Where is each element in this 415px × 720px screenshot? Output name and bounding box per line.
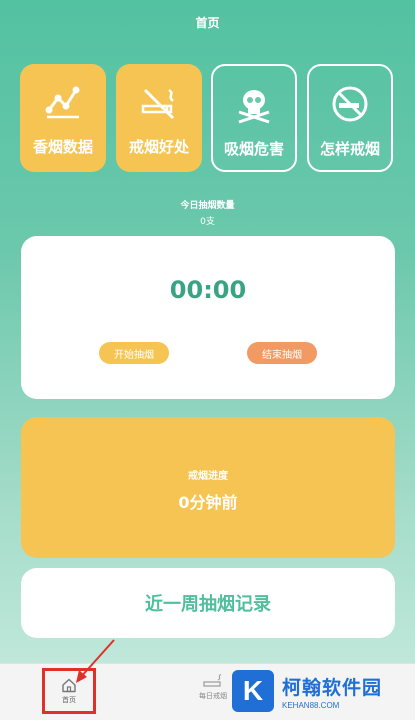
weekly-record-button[interactable]: 近一周抽烟记录: [21, 568, 395, 638]
tile-label: 香烟数据: [32, 138, 93, 156]
progress-label: 戒烟进度: [188, 471, 228, 482]
start-smoking-button[interactable]: 开始抽烟: [99, 342, 169, 364]
tile-how-to-quit[interactable]: 怎样戒烟: [307, 64, 393, 172]
watermark-name: 柯翰软件园: [282, 676, 383, 699]
chart-line-icon: [45, 86, 80, 119]
timer-card: 00:00 开始抽烟 结束抽烟: [21, 236, 395, 399]
tab-daily[interactable]: 每日戒烟: [188, 674, 238, 716]
feature-tiles: 香烟数据 戒烟好处 吸烟危害 怎样戒烟: [20, 64, 396, 176]
quit-smoking-icon: [332, 86, 368, 122]
red-arrow-annotation: [76, 639, 115, 683]
watermark-text: 柯翰软件园 KEHAN88.COM: [282, 673, 382, 710]
page-title-text: 首页: [195, 15, 220, 30]
tile-label: 怎样戒烟: [319, 140, 380, 158]
today-count-label: 今日抽烟数量: [180, 201, 235, 211]
end-smoking-button[interactable]: 结束抽烟: [247, 342, 317, 364]
tile-label: 戒烟好处: [128, 138, 189, 156]
tab-daily-label: 每日戒烟: [199, 692, 227, 700]
tile-smoking-harm[interactable]: 吸烟危害: [211, 64, 297, 172]
quit-progress-card[interactable]: 戒烟进度 0分钟前: [21, 417, 395, 558]
no-smoking-icon: [141, 88, 175, 120]
tile-cigarette-data[interactable]: 香烟数据: [20, 64, 106, 172]
watermark-url: KEHAN88.COM: [282, 700, 340, 710]
tab-home-label: 首页: [62, 695, 76, 704]
tile-quit-benefits[interactable]: 戒烟好处: [116, 64, 202, 172]
weekly-record-label: 近一周抽烟记录: [145, 594, 271, 615]
page-title: 首页: [0, 0, 415, 44]
tile-label: 吸烟危害: [223, 140, 284, 158]
watermark-k-icon: K: [232, 670, 274, 712]
skull-icon: [238, 90, 270, 124]
progress-value: 0分钟前: [178, 493, 238, 512]
watermark-logo: K 柯翰软件园 KEHAN88.COM: [232, 668, 402, 714]
timer-display: 00:00: [169, 276, 247, 304]
today-count-value: 0支: [200, 217, 215, 227]
cigarette-icon: [203, 674, 222, 687]
